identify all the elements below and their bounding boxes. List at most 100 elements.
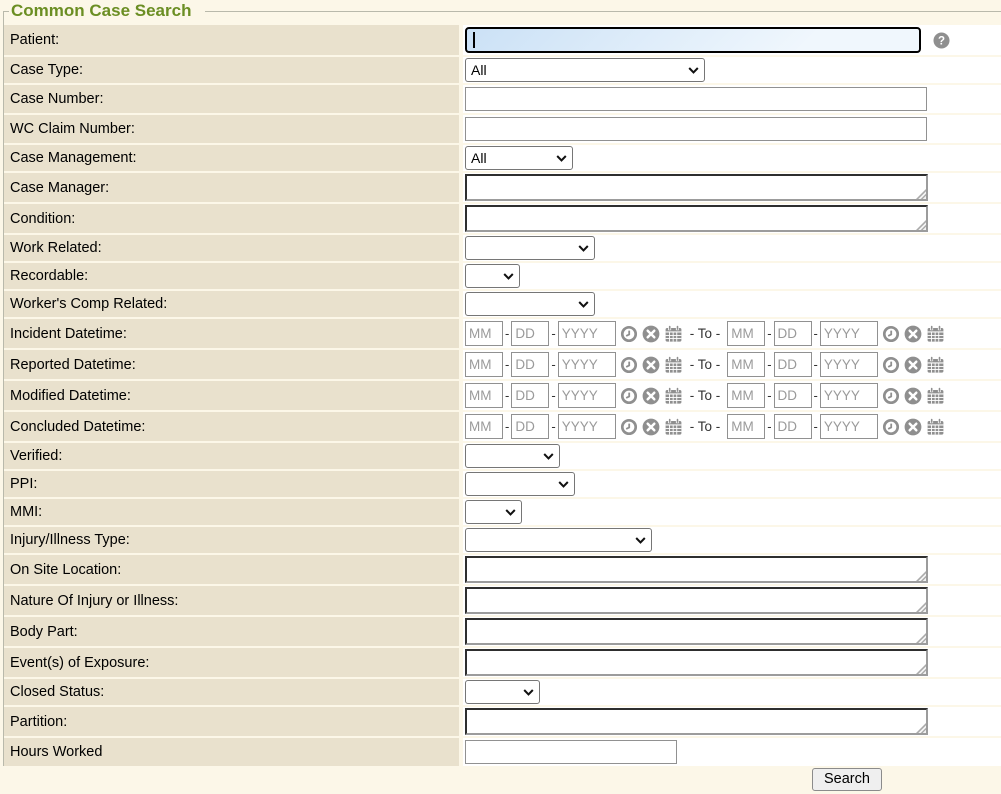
reported-datetime-from-day-input[interactable]: [511, 352, 549, 377]
case-management-select[interactable]: All: [465, 146, 573, 170]
concluded-datetime-from-year-input[interactable]: [558, 414, 616, 439]
clock-icon[interactable]: [882, 325, 900, 343]
field-label-cell: Verified:: [4, 443, 459, 469]
chevron-down-icon: [505, 509, 516, 516]
resize-grip-icon[interactable]: [916, 664, 926, 674]
field-input-cell: [463, 586, 1001, 615]
work-related-select[interactable]: [465, 236, 595, 260]
ppi-select[interactable]: [465, 472, 575, 496]
calendar-icon[interactable]: [926, 356, 945, 374]
case-manager-label: Case Manager:: [10, 180, 109, 196]
calendar-icon[interactable]: [664, 418, 683, 436]
events-of-exposure-label: Event(s) of Exposure:: [10, 655, 149, 671]
form-row: Verified:: [4, 443, 1001, 469]
events-of-exposure-textarea[interactable]: [465, 649, 928, 676]
field-input-cell: [463, 443, 1001, 469]
workers-comp-related-label: Worker's Comp Related:: [10, 296, 167, 312]
work-related-label: Work Related:: [10, 240, 102, 256]
calendar-icon[interactable]: [926, 418, 945, 436]
text-input-wrap: [465, 87, 927, 111]
case-number-input[interactable]: [465, 87, 927, 111]
modified-datetime-from-year-input[interactable]: [558, 383, 616, 408]
calendar-icon[interactable]: [926, 325, 945, 343]
form-row: MMI:: [4, 499, 1001, 525]
date-range-to-label: - To -: [690, 419, 721, 434]
incident-datetime-from-year-input[interactable]: [558, 321, 616, 346]
field-label-cell: Modified Datetime:: [4, 381, 459, 410]
clock-icon[interactable]: [620, 356, 638, 374]
clear-icon[interactable]: [904, 418, 922, 436]
patient-input[interactable]: [465, 27, 921, 53]
field-label-cell: Condition:: [4, 204, 459, 233]
clock-icon[interactable]: [882, 356, 900, 374]
case-type-label: Case Type:: [10, 62, 83, 78]
resize-grip-icon[interactable]: [916, 633, 926, 643]
calendar-icon[interactable]: [664, 356, 683, 374]
clear-icon[interactable]: [904, 387, 922, 405]
injury-illness-type-select[interactable]: [465, 528, 652, 552]
resize-grip-icon[interactable]: [916, 723, 926, 733]
incident-datetime-to-month-input[interactable]: [727, 321, 765, 346]
clear-icon[interactable]: [642, 387, 660, 405]
clock-icon[interactable]: [882, 387, 900, 405]
clear-icon[interactable]: [642, 325, 660, 343]
modified-datetime-to-day-input[interactable]: [774, 383, 812, 408]
wc-claim-number-input[interactable]: [465, 117, 927, 141]
reported-datetime-to-month-input[interactable]: [727, 352, 765, 377]
verified-select[interactable]: [465, 444, 560, 468]
incident-datetime-from-month-input[interactable]: [465, 321, 503, 346]
case-type-select[interactable]: All: [465, 58, 705, 82]
closed-status-select[interactable]: [465, 680, 540, 704]
reported-datetime-to-day-input[interactable]: [774, 352, 812, 377]
date-hyphen: -: [814, 357, 818, 372]
field-input-cell: [463, 527, 1001, 553]
resize-grip-icon[interactable]: [916, 571, 926, 581]
case-manager-textarea[interactable]: [465, 174, 928, 201]
form-row: Work Related:: [4, 235, 1001, 261]
incident-datetime-to-day-input[interactable]: [774, 321, 812, 346]
resize-grip-icon[interactable]: [916, 602, 926, 612]
hours-worked-input[interactable]: [465, 740, 677, 764]
partition-textarea[interactable]: [465, 708, 928, 735]
search-button[interactable]: Search: [812, 768, 882, 791]
modified-datetime-from-month-input[interactable]: [465, 383, 503, 408]
clock-icon[interactable]: [882, 418, 900, 436]
field-label-cell: Injury/Illness Type:: [4, 527, 459, 553]
recordable-select[interactable]: [465, 264, 520, 288]
reported-datetime-to-year-input[interactable]: [820, 352, 878, 377]
concluded-datetime-to-year-input[interactable]: [820, 414, 878, 439]
modified-datetime-from-day-input[interactable]: [511, 383, 549, 408]
incident-datetime-to-year-input[interactable]: [820, 321, 878, 346]
calendar-icon[interactable]: [926, 387, 945, 405]
concluded-datetime-to-month-input[interactable]: [727, 414, 765, 439]
reported-datetime-from-year-input[interactable]: [558, 352, 616, 377]
body-part-textarea[interactable]: [465, 618, 928, 645]
clock-icon[interactable]: [620, 418, 638, 436]
help-icon[interactable]: ?: [933, 32, 950, 49]
workers-comp-related-select[interactable]: [465, 292, 595, 316]
condition-textarea[interactable]: [465, 205, 928, 232]
concluded-datetime-from-month-input[interactable]: [465, 414, 503, 439]
clock-icon[interactable]: [620, 325, 638, 343]
field-label-cell: Case Management:: [4, 145, 459, 171]
date-hyphen: -: [505, 326, 509, 341]
date-hyphen: -: [551, 419, 555, 434]
incident-datetime-from-day-input[interactable]: [511, 321, 549, 346]
clock-icon[interactable]: [620, 387, 638, 405]
resize-grip-icon[interactable]: [916, 189, 926, 199]
clear-icon[interactable]: [642, 356, 660, 374]
on-site-location-textarea[interactable]: [465, 556, 928, 583]
resize-grip-icon[interactable]: [916, 220, 926, 230]
calendar-icon[interactable]: [664, 325, 683, 343]
mmi-select[interactable]: [465, 500, 522, 524]
calendar-icon[interactable]: [664, 387, 683, 405]
clear-icon[interactable]: [904, 325, 922, 343]
nature-of-injury-or-illness-textarea[interactable]: [465, 587, 928, 614]
reported-datetime-from-month-input[interactable]: [465, 352, 503, 377]
concluded-datetime-from-day-input[interactable]: [511, 414, 549, 439]
modified-datetime-to-year-input[interactable]: [820, 383, 878, 408]
clear-icon[interactable]: [642, 418, 660, 436]
concluded-datetime-to-day-input[interactable]: [774, 414, 812, 439]
clear-icon[interactable]: [904, 356, 922, 374]
modified-datetime-to-month-input[interactable]: [727, 383, 765, 408]
